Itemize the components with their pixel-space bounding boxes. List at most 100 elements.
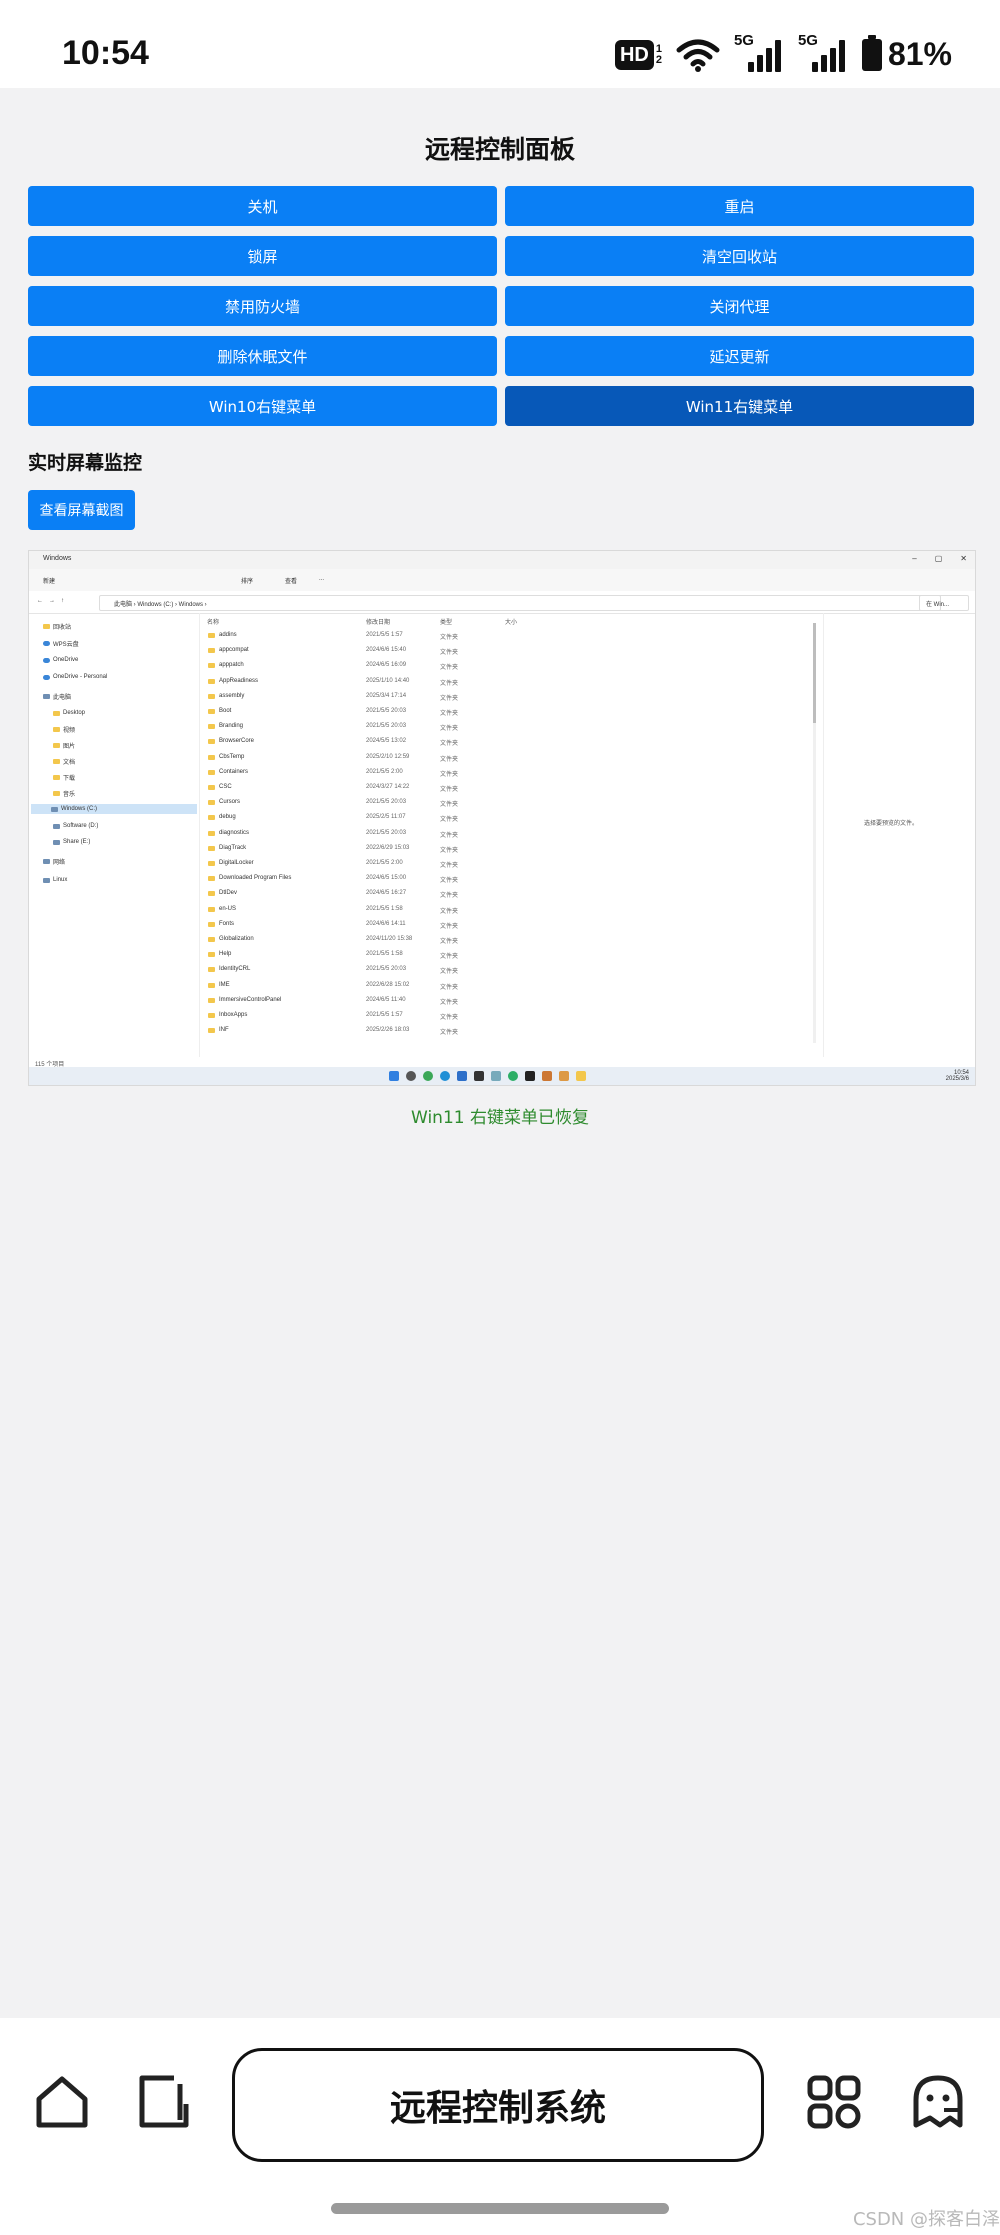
file-type: 文件夹 [440,665,459,672]
explorer-sidebar-item: WPS云盘 [43,638,79,648]
terminal-icon [474,1071,484,1081]
explorer-sidebar-label: OneDrive - Personal [53,674,108,680]
explorer-sidebar-label: 此电脑 [53,694,72,701]
file-name: AppReadiness [219,677,259,684]
file-type: 文件夹 [440,832,459,839]
file-row: assembly 2025/3/4 17:14 文件夹 [205,692,805,702]
remote-control-system-button[interactable]: 远程控制系统 [232,2048,764,2162]
file-type: 文件夹 [440,908,459,915]
file-date: 2021/5/5 1:57 [366,632,403,638]
file-row: BrowserCore 2024/5/5 13:02 文件夹 [205,737,805,747]
folder-icon [208,754,215,760]
file-name: apppatch [219,662,244,669]
file-type: 文件夹 [440,1015,459,1021]
file-name: appcompat [219,647,249,654]
restart-button[interactable]: 重启 [505,186,974,226]
win10-context-menu-button[interactable]: Win10右键菜单 [28,386,497,426]
folder-icon [208,769,215,775]
folder-icon [53,790,60,796]
explorer-toolbar: 新建 排序 查看 ... [29,569,975,592]
folder-icon [208,1028,215,1034]
explorer-sidebar: 回收站 WPS云盘 OneDrive OneDrive - Personal 此电脑 De… [29,613,200,1057]
file-date: 2025/1/10 14:40 [366,677,410,684]
file-date: 2024/5/5 13:02 [366,738,407,745]
explorer-sidebar-item: 网络 [43,856,65,866]
nav-arrows-icon: ←→↑ [37,598,70,604]
home-icon[interactable] [34,2074,90,2130]
file-type: 文件夹 [440,984,459,991]
file-date: 2021/5/5 2:00 [366,768,403,775]
file-type: 文件夹 [440,756,459,763]
folder-icon [208,663,215,669]
file-name: Fonts [219,920,235,927]
folder-icon [208,845,215,851]
explorer-sidebar-item: 此电脑 [43,691,71,701]
screen-capture-image: Windows – ▢ ✕ 新建 排序 查看 ... ←→↑ 此电脑 › Windo… [28,550,976,1086]
file-date: 2021/5/5 1:58 [366,905,403,912]
delay-updates-button[interactable]: 延迟更新 [505,336,974,376]
folder-icon [208,830,215,836]
file-row: appcompat 2024/6/6 15:40 文件夹 [205,646,805,656]
explorer-column-headers: 名称 修改日期 类型 大小 [207,620,518,626]
page-icon[interactable] [136,2074,192,2130]
delete-hibernation-file-button[interactable]: 删除休眠文件 [28,336,497,376]
file-type: 文件夹 [440,726,459,733]
bottom-navigation: 远程控制系统 CSDN @探客白泽 [0,2018,1000,2235]
file-name: IdentityCRL [219,966,251,973]
file-name: Boot [219,708,232,714]
explorer-sidebar-item: 文档 [53,756,75,766]
file-row: INF 2025/2/26 18:03 文件夹 [205,1026,805,1036]
explorer-sidebar-item: OneDrive - Personal [43,672,107,682]
shutdown-button[interactable]: 关机 [28,186,497,226]
windows-taskbar: 10:54 2025/3/6 [29,1067,975,1085]
grid-icon[interactable] [806,2074,862,2130]
start-icon [389,1071,399,1081]
explorer-address-bar: ←→↑ 此电脑 › Windows (C:) › Windows › 在 Win… [29,591,975,614]
folder-icon [208,815,215,821]
ghost-icon[interactable] [910,2074,966,2130]
file-date: 2024/6/6 15:40 [366,647,407,654]
close-icon: ✕ [960,554,967,563]
drive-icon [53,839,60,845]
folder-icon [53,726,60,732]
folder-icon [208,678,215,684]
file-name: BrowserCore [219,738,255,745]
folder-icon [208,967,215,973]
file-row: Fonts 2024/6/6 14:11 文件夹 [205,920,805,930]
panel-title: 远程控制面板 [424,135,575,164]
folder-icon [208,906,215,912]
win11-context-menu-button[interactable]: Win11右键菜单 [505,386,974,426]
explorer-sidebar-item: Software (D:) [53,821,98,831]
file-row: diagnostics 2021/5/5 20:03 文件夹 [205,829,805,839]
signal-icon-2: 5G [798,32,848,72]
cloud-icon [43,657,50,663]
file-row: apppatch 2024/6/5 16:09 文件夹 [205,661,805,671]
file-row: Downloaded Program Files 2024/6/5 15:00 文件… [205,874,805,884]
folder-icon [208,785,215,790]
file-row: Globalization 2024/11/20 15:38 文件夹 [205,935,805,945]
folder-icon [208,633,215,638]
file-name: en-US [219,905,237,912]
explorer-sidebar-label: Linux [53,877,68,883]
file-date: 2025/3/4 17:14 [366,692,407,699]
file-name: InboxApps [219,1012,248,1018]
taskbar-icons [389,1071,586,1081]
explorer-icon [576,1071,586,1081]
file-name: CbsTemp [219,753,245,760]
tool-icon [542,1071,552,1081]
view-screenshot-button[interactable]: 查看屏幕截图 [28,490,135,530]
file-name: DtlDev [219,890,238,897]
file-row: IdentityCRL 2021/5/5 20:03 文件夹 [205,965,805,975]
file-date: 2024/6/5 15:00 [366,875,407,882]
browser-icon [423,1071,433,1081]
file-row: Boot 2021/5/5 20:03 文件夹 [205,707,805,717]
file-type: 文件夹 [440,954,459,961]
edge-icon [440,1071,450,1081]
file-date: 2024/3/27 14:22 [366,784,410,790]
gesture-home-bar[interactable] [331,2203,669,2214]
disable-firewall-button[interactable]: 禁用防火墙 [28,286,497,326]
empty-recycle-bin-button[interactable]: 清空回收站 [505,236,974,276]
lock-screen-button[interactable]: 锁屏 [28,236,497,276]
disable-proxy-button[interactable]: 关闭代理 [505,286,974,326]
explorer-sidebar-label: WPS云盘 [53,641,79,648]
